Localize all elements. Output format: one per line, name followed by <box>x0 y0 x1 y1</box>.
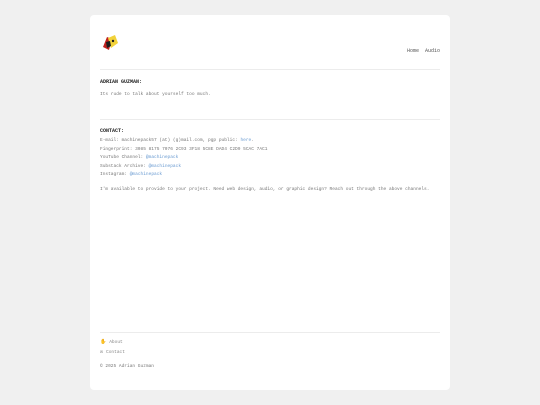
substack-label: Substack Archive: <box>100 163 146 169</box>
about-text: Its rude to talk about yourself too much… <box>100 92 211 97</box>
contact-heading: CONTACT: <box>100 128 125 134</box>
contact-list: E-mail: machinepack57 (at) (g)mail.com, … <box>100 137 440 180</box>
youtube-link[interactable]: @machinepack <box>146 155 178 160</box>
email-line: E-mail: machinepack57 (at) (g)mail.com, … <box>100 138 254 143</box>
nav-audio-link[interactable]: Audio <box>425 48 440 54</box>
about-heading: ADRIAN GUZMAN: <box>100 79 143 85</box>
footer-contact-link[interactable]: ✉ Contact <box>100 349 125 355</box>
top-nav: Home Audio <box>407 48 440 54</box>
divider <box>100 119 440 120</box>
fingerprint-line: Fingerprint: 3085 8175 7076 2C93 3F18 5C… <box>100 146 268 152</box>
mail-icon: ✉ <box>100 349 104 355</box>
divider <box>100 69 440 70</box>
instagram-label: Instagram: <box>100 172 128 177</box>
youtube-label: YouTube Channel: <box>100 155 144 160</box>
hand-icon: ✋ <box>100 339 107 345</box>
availability-text: I'm available to provide to your project… <box>100 187 430 192</box>
substack-line: Substack Archive: @machinepack <box>100 163 440 172</box>
nav-home-link[interactable]: Home <box>407 48 419 54</box>
footer-about-label: About <box>109 339 123 345</box>
email-label: E-mail: machinepack57 (at) (g)mail.com, … <box>100 138 238 143</box>
pgp-key-link[interactable]: here <box>240 138 251 143</box>
footer-contact-label: Contact <box>106 349 125 355</box>
youtube-line: YouTube Channel: @machinepack <box>100 154 440 163</box>
substack-link[interactable]: @machinepack <box>149 164 181 169</box>
instagram-link[interactable]: @machinepack <box>130 172 162 177</box>
instagram-line: Instagram: @machinepack <box>100 171 440 180</box>
page-card: Home Audio ADRIAN GUZMAN: Its rude to ta… <box>90 15 450 390</box>
site-logo[interactable] <box>100 33 120 53</box>
footer-divider <box>100 332 440 333</box>
footer-about-link[interactable]: ✋ About <box>100 339 123 345</box>
copyright: © 2025 Adrian Guzman <box>100 364 155 369</box>
